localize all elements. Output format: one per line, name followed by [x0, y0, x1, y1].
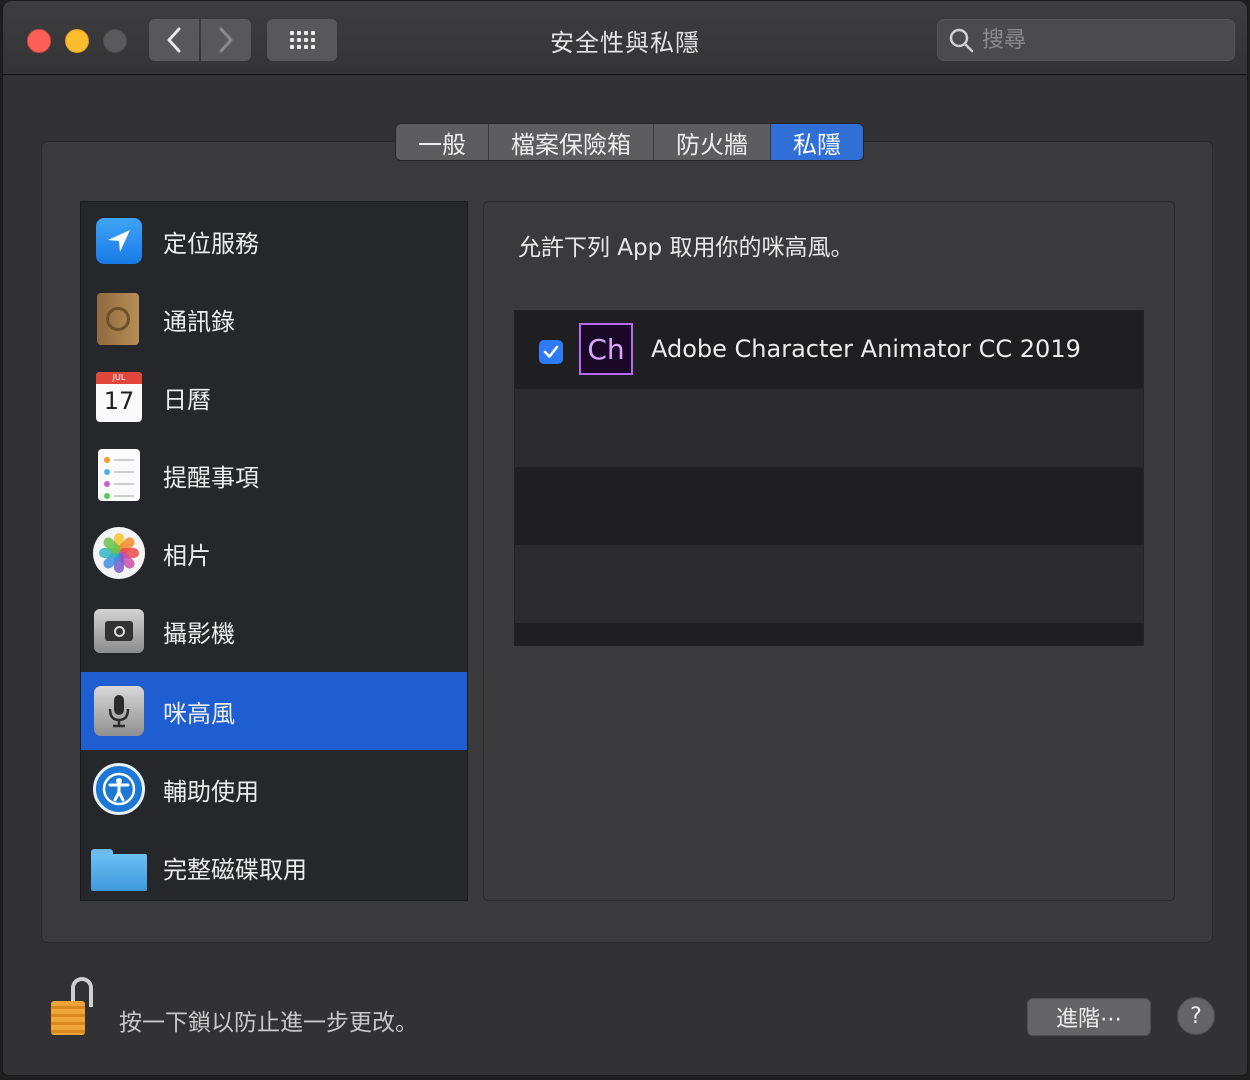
sidebar-item-label: 完整磁碟取用: [163, 855, 307, 884]
empty-row: [515, 623, 1143, 645]
sidebar-item-accessibility[interactable]: 輔助使用: [81, 750, 467, 828]
detail-pane: 允許下列 App 取用你的咪高風。 Ch Adobe Character Ani…: [483, 201, 1175, 901]
sidebar-item-location[interactable]: 定位服務: [81, 202, 467, 280]
search-field[interactable]: [937, 19, 1235, 61]
sidebar-item-full-disk-access[interactable]: 完整磁碟取用: [81, 828, 467, 906]
detail-description: 允許下列 App 取用你的咪高風。: [518, 235, 854, 261]
app-row[interactable]: Ch Adobe Character Animator CC 2019: [515, 311, 1143, 389]
empty-row: [515, 467, 1143, 545]
tab-general[interactable]: 一般: [396, 124, 489, 160]
padlock-icon: [51, 1001, 85, 1035]
help-button[interactable]: ?: [1177, 997, 1215, 1035]
app-name: Adobe Character Animator CC 2019: [651, 335, 1081, 363]
empty-row: [515, 389, 1143, 467]
sidebar-item-label: 輔助使用: [163, 777, 259, 806]
search-icon: [949, 28, 974, 53]
contacts-icon: [93, 293, 145, 345]
app-permission-checkbox[interactable]: [539, 340, 563, 364]
calendar-month: JUL: [96, 372, 142, 384]
sidebar-item-contacts[interactable]: 通訊錄: [81, 280, 467, 358]
lock-button[interactable]: [49, 977, 97, 1039]
checkmark-icon: [543, 345, 559, 358]
accessibility-icon: [93, 763, 145, 815]
calendar-icon: JUL 17: [93, 371, 145, 423]
tab-privacy[interactable]: 私隱: [771, 124, 863, 160]
sidebar-item-photos[interactable]: 相片: [81, 514, 467, 592]
search-input[interactable]: [982, 27, 1222, 53]
sidebar-item-label: 定位服務: [163, 229, 259, 258]
calendar-day: 17: [103, 387, 135, 415]
tab-bar: 一般 檔案保險箱 防火牆 私隱: [395, 123, 864, 161]
preferences-window: 安全性與私隱 一般 檔案保險箱 防火牆 私隱 定位服務 通訊錄: [2, 0, 1248, 1076]
app-list[interactable]: Ch Adobe Character Animator CC 2019: [514, 310, 1144, 646]
tab-firewall[interactable]: 防火牆: [654, 124, 771, 160]
sidebar-item-microphone[interactable]: 咪高風: [81, 672, 467, 750]
privacy-category-list[interactable]: 定位服務 通訊錄 JUL 17 日曆 提醒事項 相片 攝影機 咪高風 輔助使用 …: [80, 201, 468, 901]
photos-icon: [93, 527, 145, 579]
advanced-button[interactable]: 進階⋯: [1027, 998, 1151, 1036]
sidebar-item-reminders[interactable]: 提醒事項: [81, 436, 467, 514]
folder-icon: [91, 841, 147, 893]
sidebar-item-label: 攝影機: [163, 619, 235, 648]
location-icon: [93, 215, 145, 267]
reminders-icon: [93, 449, 145, 501]
character-animator-app-icon: Ch: [579, 323, 633, 375]
empty-row: [515, 545, 1143, 623]
tab-filevault[interactable]: 檔案保險箱: [489, 124, 654, 160]
sidebar-item-label: 提醒事項: [163, 463, 259, 492]
sidebar-item-label: 咪高風: [163, 699, 235, 728]
sidebar-item-label: 相片: [163, 541, 211, 570]
sidebar-item-label: 日曆: [163, 385, 211, 414]
sidebar-item-camera[interactable]: 攝影機: [81, 592, 467, 670]
title-bar: 安全性與私隱: [3, 1, 1247, 75]
sidebar-item-label: 通訊錄: [163, 307, 235, 336]
sidebar-item-calendar[interactable]: JUL 17 日曆: [81, 358, 467, 436]
camera-icon: [93, 605, 145, 657]
microphone-icon: [93, 685, 145, 737]
lock-status-text: 按一下鎖以防止進一步更改。: [119, 1010, 418, 1036]
